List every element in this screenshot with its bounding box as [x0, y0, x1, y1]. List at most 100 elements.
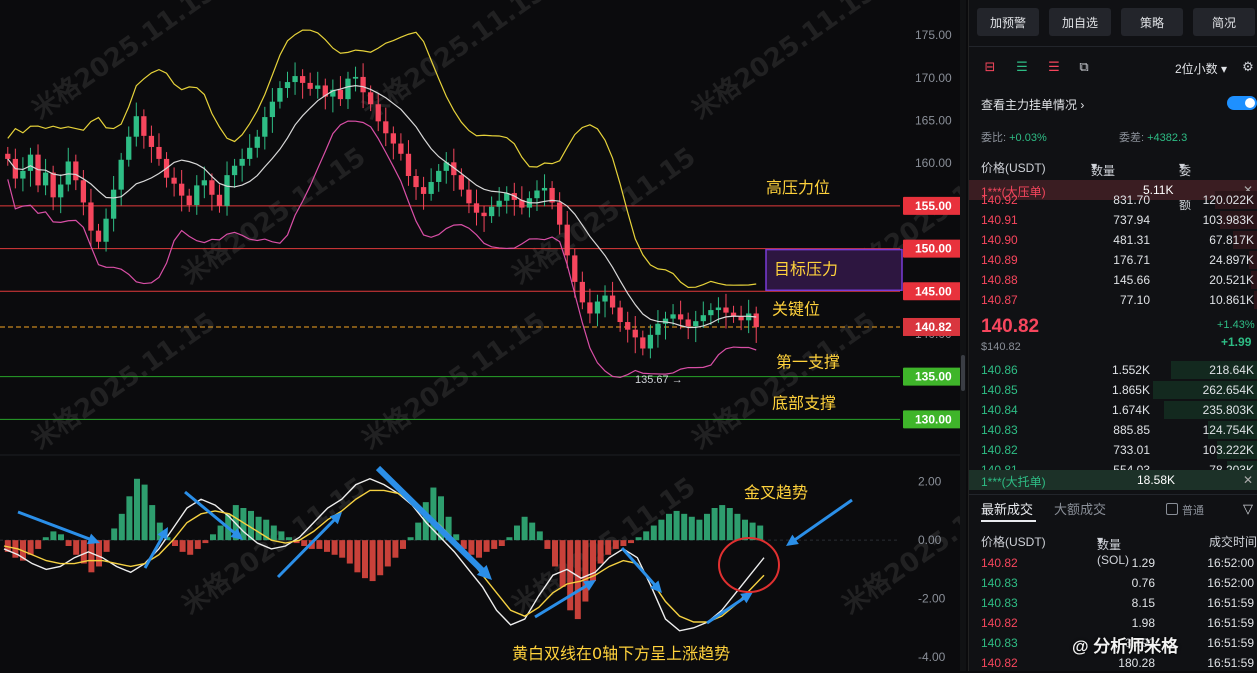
candle-body	[247, 147, 253, 159]
candle-body	[360, 76, 366, 93]
macd-histogram-bar	[567, 540, 574, 611]
trade-qty: 8.15	[1131, 596, 1155, 610]
candle-body	[587, 302, 593, 314]
macd-histogram-bar	[628, 540, 634, 544]
candle-body	[171, 177, 177, 184]
trend-arrow-shaft	[143, 535, 165, 569]
macd-histogram-bar	[179, 540, 186, 552]
macd-histogram-bar	[346, 540, 353, 564]
close-icon[interactable]: ✕	[1243, 473, 1253, 487]
candle-body	[640, 337, 646, 349]
big-buy-order[interactable]: 1***(大托单) 18.58K ✕	[969, 470, 1257, 490]
trade-qty: 1.98	[1131, 616, 1155, 630]
bid-row[interactable]: 140.86 1.552K 218.64K	[969, 360, 1257, 380]
candle-body	[375, 104, 381, 122]
ask-row[interactable]: 140.88 145.66 20.521K	[969, 270, 1257, 290]
precision-select[interactable]: 2位小数 ▾	[1175, 60, 1227, 77]
trade-qty-select[interactable]: 数量(SOL) ▾	[1097, 533, 1129, 567]
trade-price: 140.83	[981, 596, 1018, 610]
bid-row[interactable]: 140.83 885.85 124.754K	[969, 420, 1257, 440]
cell-total: 120.022K	[1202, 193, 1254, 207]
cell-total: 10.861K	[1209, 293, 1254, 307]
candle-body	[50, 172, 56, 198]
macd-histogram-bar	[704, 513, 710, 541]
price-tick-label: 175.00	[915, 28, 952, 42]
change-amount: +1.99	[1221, 335, 1252, 349]
tab-latest-trades[interactable]: 最新成交	[981, 499, 1033, 518]
cell-total: 103.222K	[1202, 443, 1254, 457]
macd-histogram-bar	[202, 540, 209, 544]
chart-area[interactable]: 米格2025.11.15 米格2025.11.15 米格2025.11.15 米格20…	[0, 0, 966, 671]
price-chart[interactable]: 米格2025.11.15 米格2025.11.15 米格2025.11.15米格20…	[0, 0, 966, 671]
candle-body	[269, 101, 276, 118]
candle-body	[602, 295, 608, 302]
change-percent: +1.43%	[1217, 319, 1255, 331]
chart-scroll-thumb[interactable]	[961, 355, 965, 391]
normal-checkbox[interactable]	[1166, 503, 1178, 515]
macd-histogram-bar	[331, 540, 338, 555]
bid-row[interactable]: 140.82 733.01 103.222K	[969, 440, 1257, 460]
cell-qty: 1.865K	[1111, 383, 1150, 397]
cell-qty: 481.31	[1113, 233, 1150, 247]
candle-body	[670, 314, 676, 319]
filter-icon[interactable]: ▽	[1239, 500, 1257, 518]
candle-body	[315, 85, 321, 89]
candle-body	[254, 136, 260, 148]
watermark-text: 米格2025.11.15	[26, 306, 221, 456]
macd-histogram-bar	[415, 522, 422, 541]
candle-body	[224, 175, 230, 206]
macd-histogram-bar	[574, 540, 581, 620]
candle-body	[186, 195, 192, 206]
candle-body	[723, 307, 729, 313]
cell-qty: 77.10	[1119, 293, 1150, 307]
cell-total: 218.64K	[1209, 363, 1254, 377]
macd-histogram-bar	[58, 534, 64, 541]
candle-body	[277, 88, 283, 102]
candle-body	[693, 321, 699, 327]
last-price-usd: $140.82	[981, 341, 1021, 353]
ask-row[interactable]: 140.87 77.10 10.861K	[969, 290, 1257, 310]
strategy-button[interactable]: 策略	[1121, 8, 1183, 36]
main-orders-toggle[interactable]	[1227, 96, 1257, 110]
total-column-select[interactable]: 委托额 ▾	[1179, 159, 1191, 212]
trade-price: 140.83	[981, 636, 1018, 650]
trade-row: 140.83 0.76 16:52:00	[969, 573, 1257, 593]
orderbook-header: 价格(USDT) 数量 (SOL) ▾ 委托额 ▾	[981, 159, 1192, 212]
candle-body	[5, 153, 11, 159]
main-orders-link[interactable]: 查看主力挂单情况 ›	[981, 96, 1084, 113]
cell-price: 140.90	[981, 233, 1018, 247]
bid-row[interactable]: 140.84 1.674K 235.803K	[969, 400, 1257, 420]
cell-total: 235.803K	[1202, 403, 1254, 417]
qty-unit-select[interactable]: 数量 (SOL) ▾	[1091, 159, 1123, 193]
ask-row[interactable]: 140.90 481.31 67.817K	[969, 230, 1257, 250]
macd-histogram-bar	[536, 531, 543, 541]
macd-histogram-bar	[544, 540, 551, 549]
ask-row[interactable]: 140.92 831.70 120.022K	[969, 190, 1257, 210]
bids-view-icon[interactable]: ☰	[1013, 58, 1031, 76]
candle-body	[80, 180, 87, 203]
chart-scrollbar[interactable]	[960, 0, 966, 671]
bid-row[interactable]: 140.85 1.865K 262.654K	[969, 380, 1257, 400]
macd-histogram-bar	[597, 540, 604, 564]
macd-histogram-bar	[605, 540, 612, 555]
cell-total: 124.754K	[1202, 423, 1254, 437]
add-watchlist-button[interactable]: 加自选	[1049, 8, 1111, 36]
macd-histogram-bar	[301, 540, 308, 546]
add-alert-button[interactable]: 加预警	[977, 8, 1039, 36]
ask-row[interactable]: 140.91 737.94 103.983K	[969, 210, 1257, 230]
overview-button[interactable]: 简况	[1193, 8, 1255, 36]
price-tick-label: 160.00	[915, 156, 952, 170]
candle-body	[662, 318, 669, 324]
candle-body	[534, 190, 540, 199]
candle-body	[677, 314, 684, 320]
asks-view-icon[interactable]: ☰	[1045, 58, 1063, 76]
trade-time: 16:51:59	[1207, 656, 1254, 670]
candle-body	[58, 184, 64, 198]
ask-row[interactable]: 140.89 176.71 24.897K	[969, 250, 1257, 270]
tab-large-trades[interactable]: 大额成交	[1054, 499, 1106, 518]
settings-gear-icon[interactable]: ⚙	[1239, 58, 1257, 76]
both-sides-view-icon[interactable]: ⊟	[981, 58, 999, 76]
macd-histogram-bar	[384, 540, 391, 567]
popout-icon[interactable]: ⧉	[1075, 58, 1093, 76]
trade-qty: 180.28	[1118, 656, 1155, 670]
